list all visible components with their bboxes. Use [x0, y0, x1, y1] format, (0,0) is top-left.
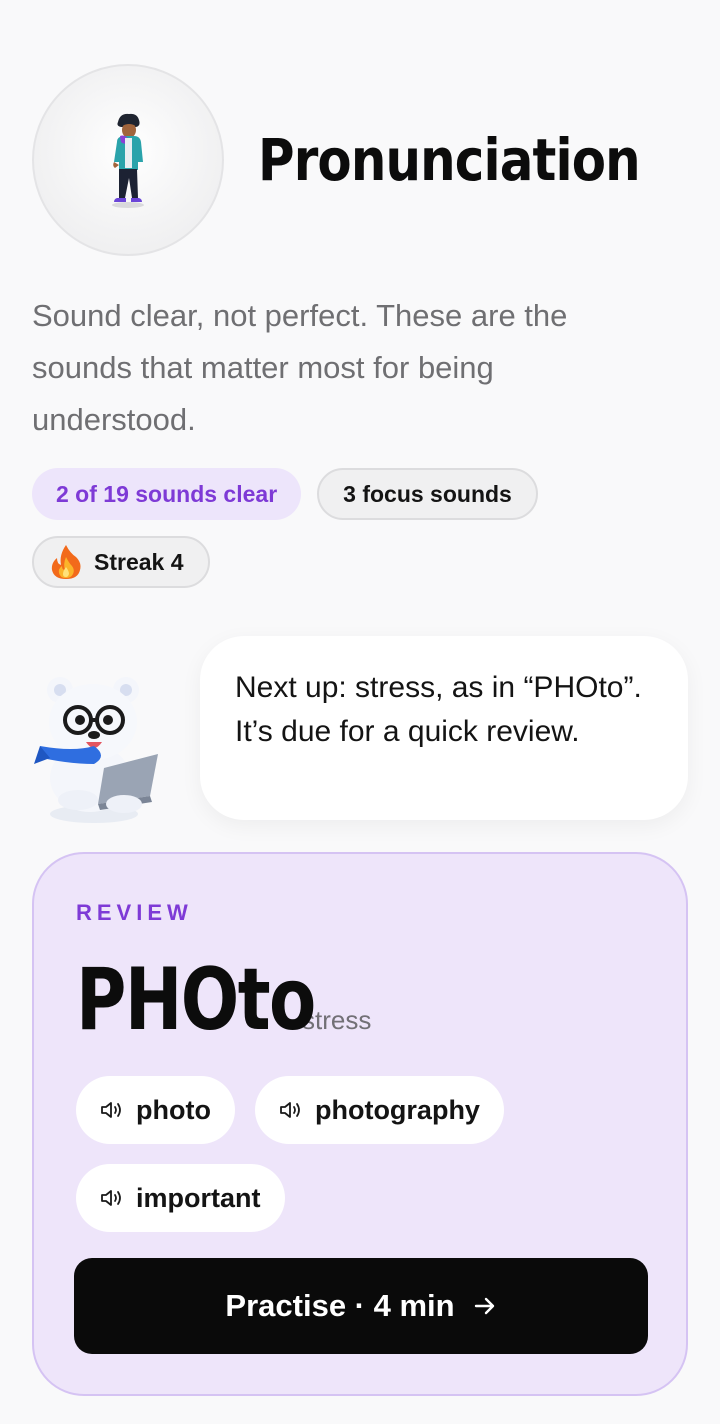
avatar: [32, 64, 224, 256]
speaker-icon: [100, 1100, 124, 1120]
coach-message-bubble: Next up: stress, as in “PHOto”. It’s due…: [200, 636, 688, 820]
page-title: Pronunciation: [258, 126, 641, 194]
practise-button[interactable]: Practise · 4 min: [74, 1258, 648, 1354]
speaker-icon: [100, 1188, 124, 1208]
polar-bear-mascot-icon: [34, 668, 170, 829]
review-word: PHOto: [76, 950, 316, 1050]
flame-icon: [48, 543, 84, 581]
review-word-row: PHOto stress: [76, 950, 371, 1050]
example-word-chip[interactable]: photography: [254, 1076, 504, 1144]
example-word-label: photo: [136, 1094, 211, 1125]
streak-badge: Streak 4: [32, 536, 210, 588]
page-subtitle: Sound clear, not perfect. These are the …: [32, 298, 568, 437]
review-card: REVIEW PHOto stress photo photography im…: [32, 852, 688, 1396]
example-word-chip[interactable]: important: [76, 1164, 285, 1232]
speaker-icon: [279, 1100, 303, 1120]
status-chips: 2 of 19 sounds clear 3 focus sounds Stre…: [32, 468, 652, 588]
example-words: photo photography important: [76, 1076, 636, 1232]
focus-sounds-badge: 3 focus sounds: [317, 468, 538, 520]
example-word-chip[interactable]: photo: [76, 1076, 235, 1144]
review-eyebrow: REVIEW: [76, 900, 193, 925]
page-header: Pronunciation: [32, 64, 702, 256]
coach-message: Next up: stress, as in “PHOto”. It’s due…: [235, 671, 642, 748]
arrow-right-icon: [473, 1295, 497, 1317]
practise-button-label: Practise · 4 min: [225, 1288, 455, 1323]
example-word-label: important: [136, 1182, 261, 1213]
streak-label: Streak 4: [94, 548, 184, 575]
example-word-label: photography: [314, 1094, 480, 1125]
progress-badge: 2 of 19 sounds clear: [32, 468, 302, 520]
person-illustration-icon: [112, 113, 144, 208]
